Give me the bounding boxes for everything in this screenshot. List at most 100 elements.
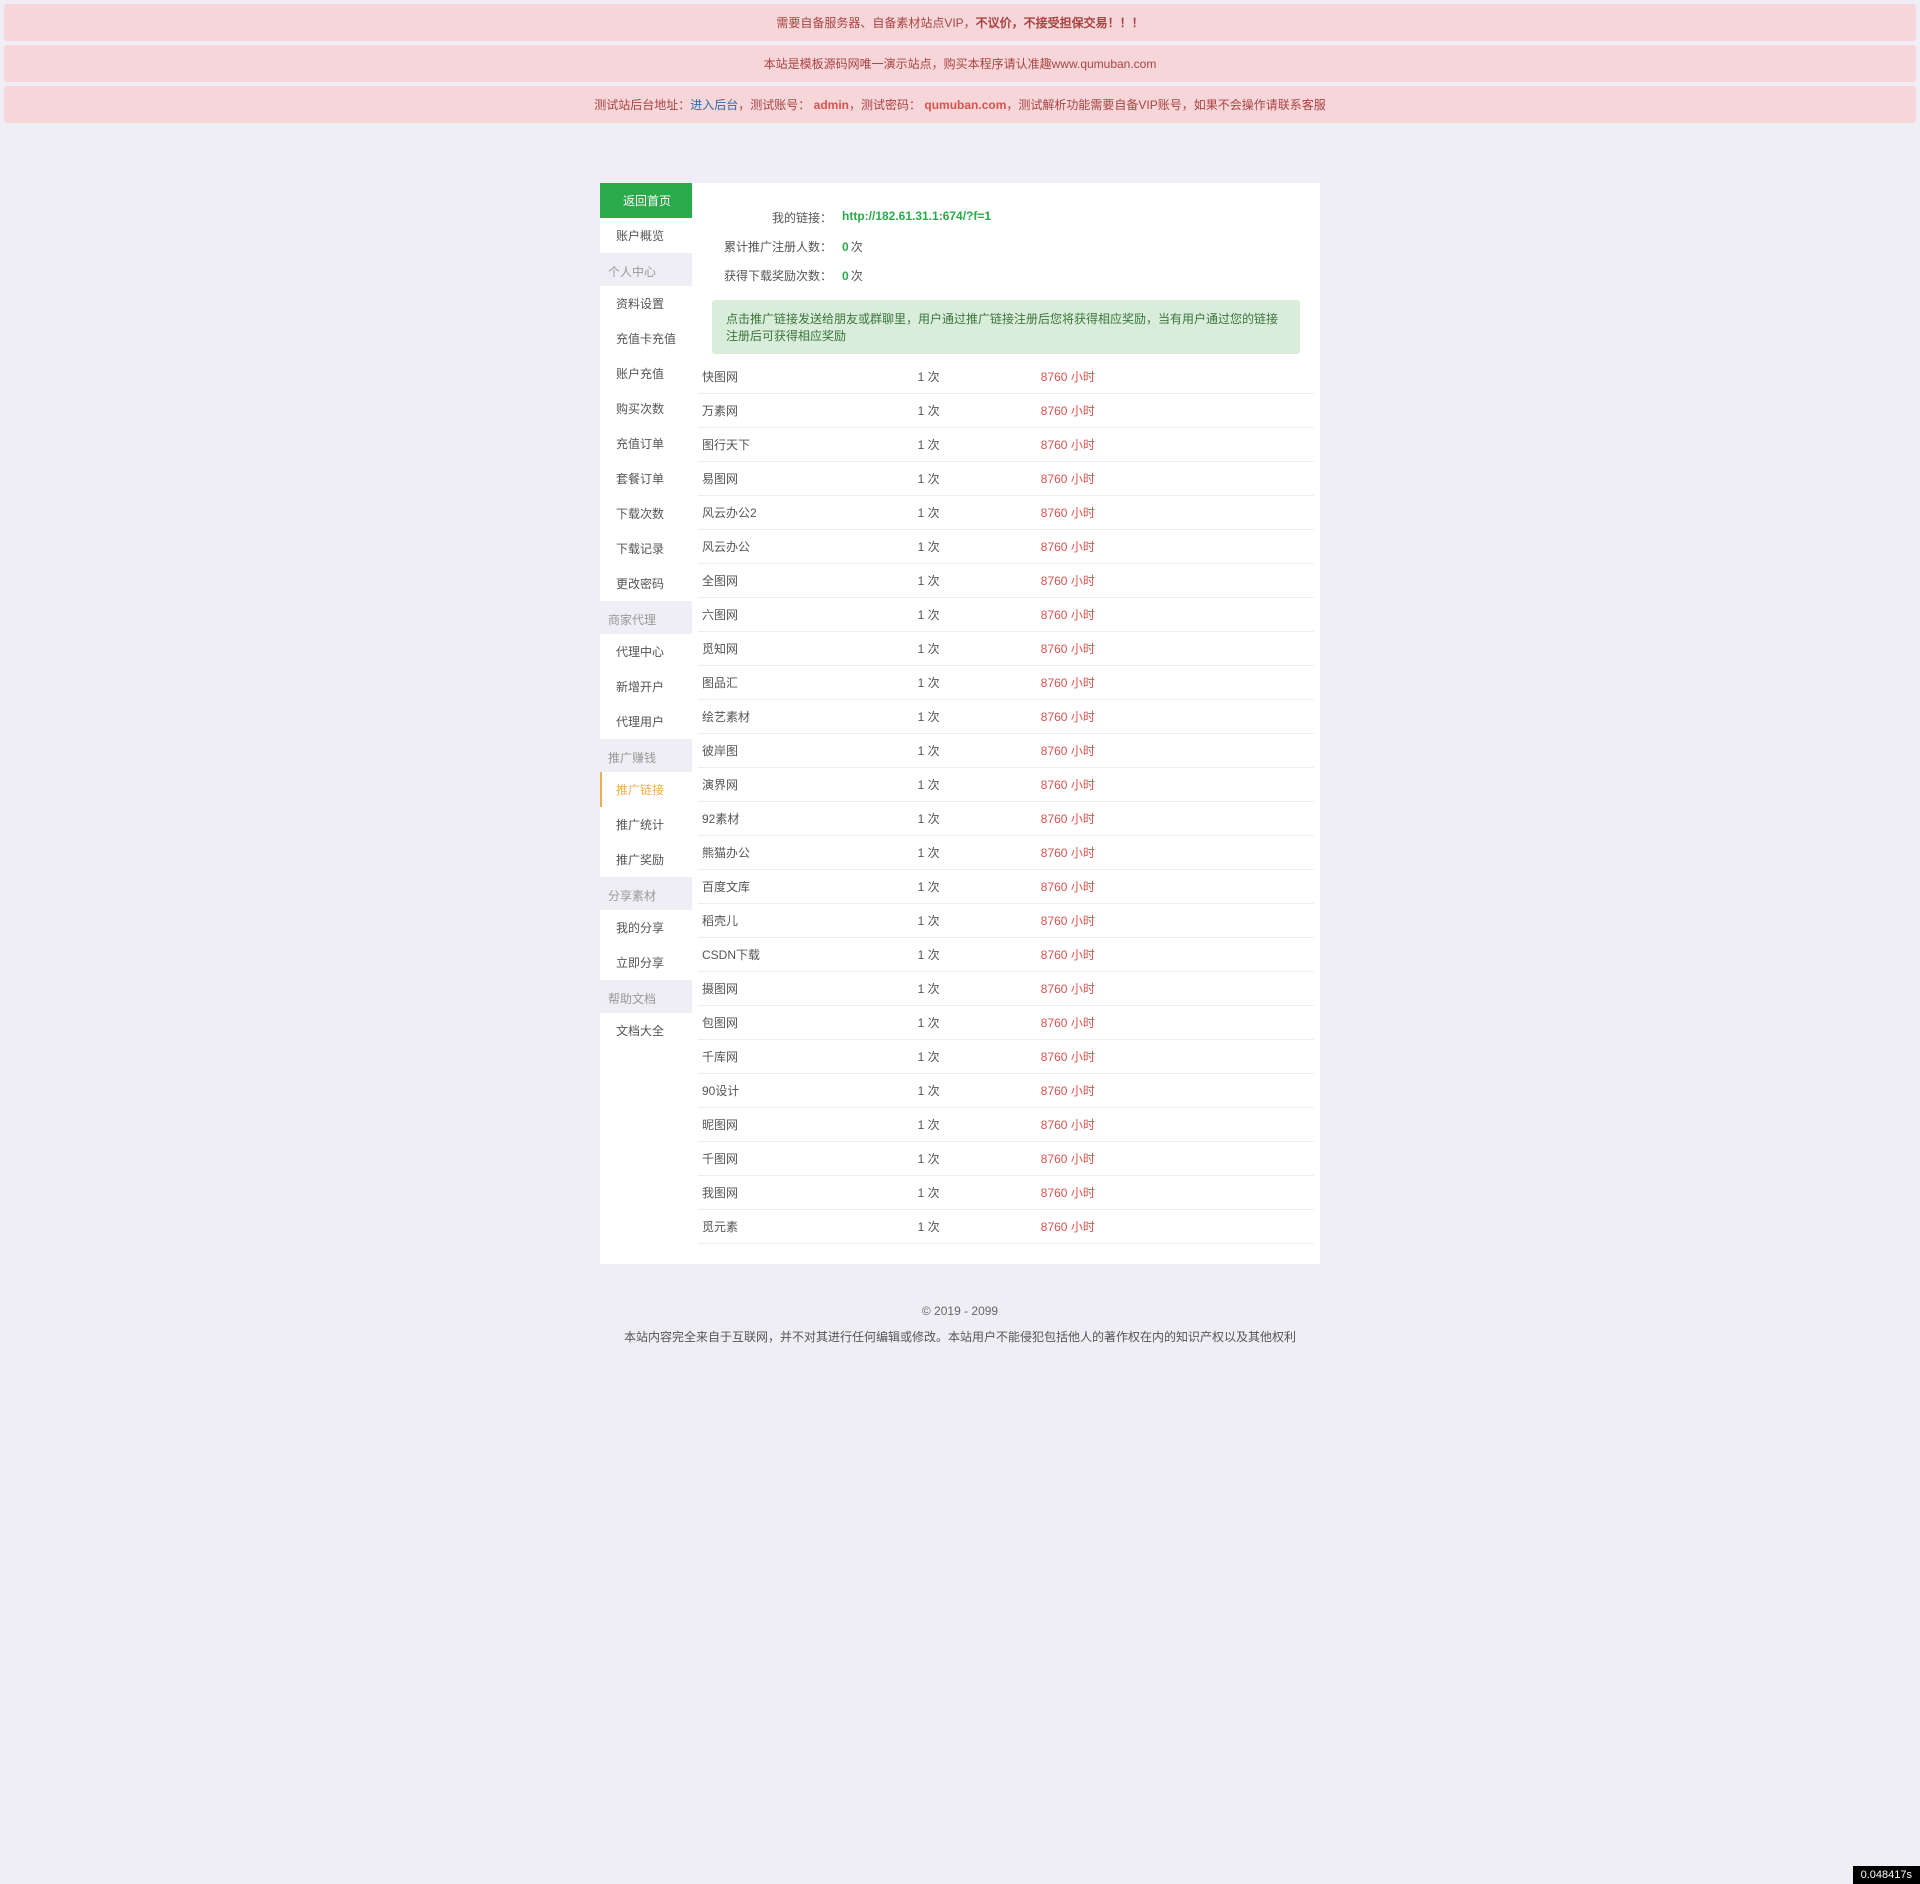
- site-name: 昵图网: [698, 1108, 914, 1142]
- sidebar-recharge-order[interactable]: 充值订单: [600, 426, 692, 461]
- count-cell: 1 次: [914, 360, 1037, 394]
- table-row: 图品汇1 次8760 小时: [698, 666, 1314, 700]
- hours-cell: 8760 小时: [1037, 1108, 1314, 1142]
- count-cell: 1 次: [914, 598, 1037, 632]
- hours-cell: 8760 小时: [1037, 870, 1314, 904]
- table-row: 千图网1 次8760 小时: [698, 1142, 1314, 1176]
- table-row: 包图网1 次8760 小时: [698, 1006, 1314, 1040]
- count-cell: 1 次: [914, 394, 1037, 428]
- admin-link[interactable]: 进入后台: [690, 98, 738, 112]
- site-name: 万素网: [698, 394, 914, 428]
- site-name: 熊猫办公: [698, 836, 914, 870]
- reward-count-value: 0次: [842, 267, 863, 284]
- my-link-label: 我的链接：: [712, 209, 842, 226]
- site-name: 彼岸图: [698, 734, 914, 768]
- hours-cell: 8760 小时: [1037, 1006, 1314, 1040]
- site-name: 92素材: [698, 802, 914, 836]
- sidebar-promo-link[interactable]: 推广链接: [600, 772, 692, 807]
- sidebar-new-account[interactable]: 新增开户: [600, 669, 692, 704]
- hours-cell: 8760 小时: [1037, 768, 1314, 802]
- sidebar-share-now[interactable]: 立即分享: [600, 945, 692, 980]
- footer-disclaimer: 本站内容完全来自于互联网，并不对其进行任何编辑或修改。本站用户不能侵犯包括他人的…: [0, 1328, 1920, 1385]
- sidebar-promo-stats[interactable]: 推广统计: [600, 807, 692, 842]
- reg-count-label: 累计推广注册人数：: [712, 238, 842, 255]
- site-name: 快图网: [698, 360, 914, 394]
- reward-table: 快图网1 次8760 小时万素网1 次8760 小时图行天下1 次8760 小时…: [698, 360, 1314, 1244]
- site-name: 图品汇: [698, 666, 914, 700]
- count-cell: 1 次: [914, 734, 1037, 768]
- hours-cell: 8760 小时: [1037, 1210, 1314, 1244]
- alert-1: 需要自备服务器、自备素材站点VIP，不议价，不接受担保交易！！！: [4, 4, 1916, 41]
- hours-cell: 8760 小时: [1037, 530, 1314, 564]
- sidebar-my-share[interactable]: 我的分享: [600, 910, 692, 945]
- table-row: 图行天下1 次8760 小时: [698, 428, 1314, 462]
- table-row: 百度文库1 次8760 小时: [698, 870, 1314, 904]
- table-row: 90设计1 次8760 小时: [698, 1074, 1314, 1108]
- section-help: 帮助文档: [600, 980, 692, 1013]
- table-row: 风云办公21 次8760 小时: [698, 496, 1314, 530]
- count-cell: 1 次: [914, 1040, 1037, 1074]
- hours-cell: 8760 小时: [1037, 360, 1314, 394]
- footer-copyright: © 2019 - 2099: [0, 1264, 1920, 1328]
- table-row: 全图网1 次8760 小时: [698, 564, 1314, 598]
- sidebar-overview[interactable]: 账户概览: [600, 218, 692, 253]
- hours-cell: 8760 小时: [1037, 836, 1314, 870]
- site-name: 觅元素: [698, 1210, 914, 1244]
- count-cell: 1 次: [914, 904, 1037, 938]
- table-row: 我图网1 次8760 小时: [698, 1176, 1314, 1210]
- site-name: 风云办公2: [698, 496, 914, 530]
- hours-cell: 8760 小时: [1037, 700, 1314, 734]
- count-cell: 1 次: [914, 1210, 1037, 1244]
- count-cell: 1 次: [914, 1176, 1037, 1210]
- hours-cell: 8760 小时: [1037, 904, 1314, 938]
- count-cell: 1 次: [914, 564, 1037, 598]
- promo-notice: 点击推广链接发送给朋友或群聊里，用户通过推广链接注册后您将获得相应奖励，当有用户…: [712, 300, 1300, 354]
- sidebar-agent-center[interactable]: 代理中心: [600, 634, 692, 669]
- sidebar-buy-count[interactable]: 购买次数: [600, 391, 692, 426]
- reward-count-label: 获得下载奖励次数：: [712, 267, 842, 284]
- count-cell: 1 次: [914, 632, 1037, 666]
- table-row: 昵图网1 次8760 小时: [698, 1108, 1314, 1142]
- sidebar-change-pwd[interactable]: 更改密码: [600, 566, 692, 601]
- table-row: 快图网1 次8760 小时: [698, 360, 1314, 394]
- count-cell: 1 次: [914, 972, 1037, 1006]
- site-name: 觅知网: [698, 632, 914, 666]
- hours-cell: 8760 小时: [1037, 1142, 1314, 1176]
- sidebar-profile[interactable]: 资料设置: [600, 286, 692, 321]
- section-agent: 商家代理: [600, 601, 692, 634]
- table-row: 觅元素1 次8760 小时: [698, 1210, 1314, 1244]
- sidebar-download-count[interactable]: 下载次数: [600, 496, 692, 531]
- my-link-value[interactable]: http://182.61.31.1:674/?f=1: [842, 209, 991, 226]
- section-promo: 推广赚钱: [600, 739, 692, 772]
- table-row: 稻壳儿1 次8760 小时: [698, 904, 1314, 938]
- count-cell: 1 次: [914, 768, 1037, 802]
- table-row: 摄图网1 次8760 小时: [698, 972, 1314, 1006]
- sidebar-download-log[interactable]: 下载记录: [600, 531, 692, 566]
- hours-cell: 8760 小时: [1037, 394, 1314, 428]
- reward-count-row: 获得下载奖励次数： 0次: [692, 261, 1320, 290]
- sidebar-account-recharge[interactable]: 账户充值: [600, 356, 692, 391]
- sidebar-package-order[interactable]: 套餐订单: [600, 461, 692, 496]
- hours-cell: 8760 小时: [1037, 802, 1314, 836]
- count-cell: 1 次: [914, 870, 1037, 904]
- sidebar-recharge-card[interactable]: 充值卡充值: [600, 321, 692, 356]
- sidebar-agent-user[interactable]: 代理用户: [600, 704, 692, 739]
- hours-cell: 8760 小时: [1037, 598, 1314, 632]
- table-row: 绘艺素材1 次8760 小时: [698, 700, 1314, 734]
- site-name: 六图网: [698, 598, 914, 632]
- count-cell: 1 次: [914, 428, 1037, 462]
- site-name: CSDN下载: [698, 938, 914, 972]
- hours-cell: 8760 小时: [1037, 428, 1314, 462]
- hours-cell: 8760 小时: [1037, 972, 1314, 1006]
- sidebar-home[interactable]: 返回首页: [600, 183, 692, 218]
- count-cell: 1 次: [914, 836, 1037, 870]
- my-link-row: 我的链接： http://182.61.31.1:674/?f=1: [692, 203, 1320, 232]
- hours-cell: 8760 小时: [1037, 1040, 1314, 1074]
- table-row: 92素材1 次8760 小时: [698, 802, 1314, 836]
- sidebar-promo-reward[interactable]: 推广奖励: [600, 842, 692, 877]
- site-name: 千图网: [698, 1142, 914, 1176]
- site-name: 全图网: [698, 564, 914, 598]
- section-share: 分享素材: [600, 877, 692, 910]
- site-name: 演界网: [698, 768, 914, 802]
- sidebar-doc-all[interactable]: 文档大全: [600, 1013, 692, 1048]
